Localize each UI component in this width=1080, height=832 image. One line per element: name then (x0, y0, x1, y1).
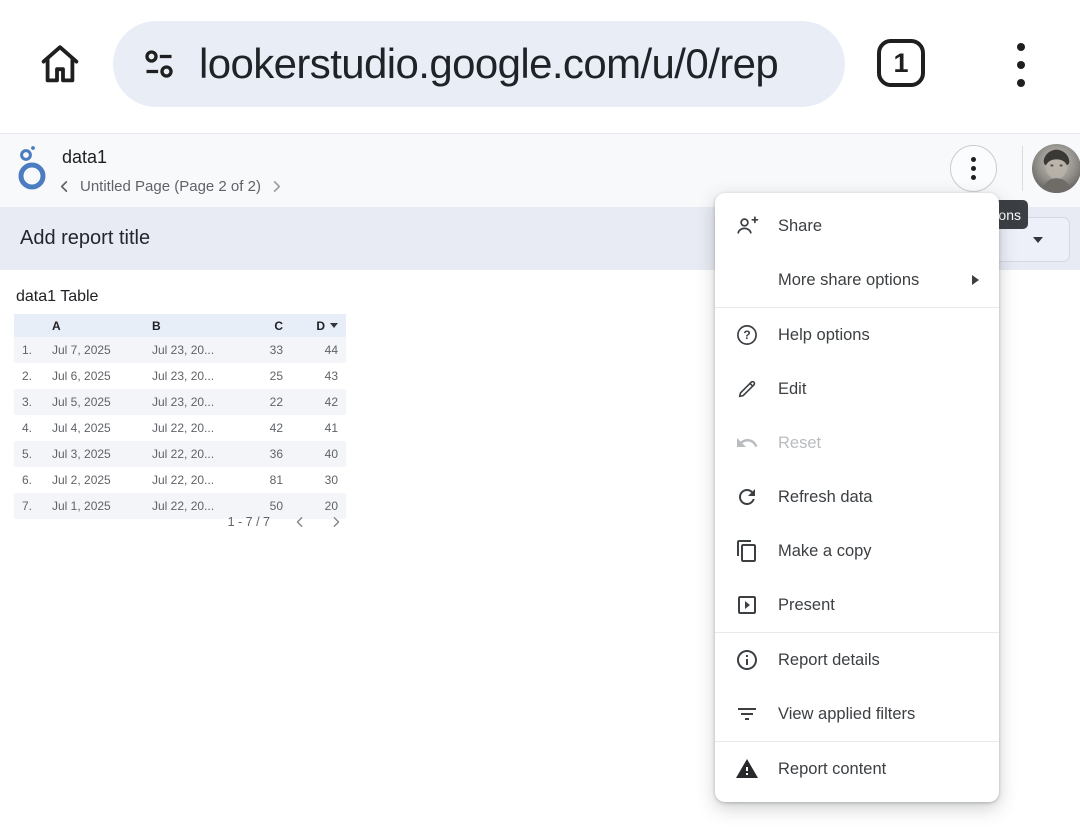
next-page-icon[interactable] (270, 180, 283, 193)
menu-item-label: Report content (778, 760, 886, 779)
column-header-c[interactable]: C (257, 319, 283, 333)
undo-icon (735, 431, 759, 455)
previous-page-icon[interactable] (58, 180, 71, 193)
menu-item-label: Report details (778, 651, 880, 670)
chevron-down-icon (1033, 237, 1043, 243)
edit-icon (735, 377, 759, 401)
table-row: 6.Jul 2, 2025Jul 22, 20...8130 (14, 467, 346, 493)
menu-item-present[interactable]: Present (715, 578, 999, 632)
table-row: 4.Jul 4, 2025Jul 22, 20...4241 (14, 415, 346, 441)
refresh-icon (735, 485, 759, 509)
menu-item-report-content[interactable]: Report content (715, 742, 999, 796)
report-title: data1 (62, 147, 107, 168)
icon-spacer (735, 268, 759, 292)
menu-item-label: Reset (778, 434, 821, 453)
page-label[interactable]: Untitled Page (Page 2 of 2) (80, 178, 261, 195)
column-header-a[interactable]: A (52, 319, 152, 333)
tooltip-text: ons (998, 207, 1021, 223)
table-row: 3.Jul 5, 2025Jul 23, 20...2242 (14, 389, 346, 415)
help-icon: ? (735, 323, 759, 347)
menu-item-label: Refresh data (778, 488, 872, 507)
menu-item-more-share-options[interactable]: More share options (715, 253, 999, 307)
menu-item-label: Edit (778, 380, 806, 399)
filter-icon (735, 702, 759, 726)
menu-item-label: Share (778, 217, 822, 236)
tab-count: 1 (893, 48, 908, 79)
menu-item-label: Help options (778, 326, 870, 345)
menu-item-label: Make a copy (778, 542, 872, 561)
menu-item-share[interactable]: Share (715, 199, 999, 253)
menu-item-label: More share options (778, 271, 919, 290)
tab-switcher-button[interactable]: 1 (877, 39, 925, 87)
present-icon (735, 593, 759, 617)
browser-toolbar: lookerstudio.google.com/u/0/rep 1 (0, 0, 1080, 134)
home-icon[interactable] (36, 40, 84, 88)
avatar[interactable] (1032, 144, 1080, 193)
menu-item-help-options[interactable]: ? Help options (715, 308, 999, 362)
browser-menu-icon[interactable] (1013, 43, 1029, 87)
menu-item-edit[interactable]: Edit (715, 362, 999, 416)
site-settings-icon[interactable] (139, 44, 179, 84)
menu-item-label: View applied filters (778, 705, 915, 724)
pagination-next-icon[interactable] (330, 516, 342, 528)
table-row: 2.Jul 6, 2025Jul 23, 20...2543 (14, 363, 346, 389)
pagination-prev-icon[interactable] (294, 516, 306, 528)
menu-item-make-a-copy[interactable]: Make a copy (715, 524, 999, 578)
table-pagination: 1 - 7 / 7 (14, 515, 346, 529)
menu-item-view-applied-filters[interactable]: View applied filters (715, 687, 999, 741)
person-add-icon (735, 214, 759, 238)
screen: lookerstudio.google.com/u/0/rep 1 data1 … (0, 0, 1080, 832)
info-icon (735, 648, 759, 672)
report-title-placeholder[interactable]: Add report title (20, 227, 150, 250)
table-row: 1.Jul 7, 2025Jul 23, 20...3344 (14, 337, 346, 363)
column-header-b[interactable]: B (152, 319, 257, 333)
page-navigation: Untitled Page (Page 2 of 2) (58, 178, 283, 195)
menu-item-refresh-data[interactable]: Refresh data (715, 470, 999, 524)
menu-item-label: Present (778, 596, 835, 615)
menu-item-reset: Reset (715, 416, 999, 470)
url-text[interactable]: lookerstudio.google.com/u/0/rep (199, 40, 778, 88)
warning-icon (735, 757, 759, 781)
table-header-row[interactable]: A B C D (14, 314, 346, 337)
table-chart-title: data1 Table (16, 288, 98, 306)
more-options-button[interactable] (950, 145, 997, 192)
overflow-menu: Share More share options ? Help options … (715, 193, 999, 802)
sort-desc-icon (330, 323, 338, 328)
url-bar[interactable]: lookerstudio.google.com/u/0/rep (113, 21, 845, 107)
pagination-label: 1 - 7 / 7 (228, 515, 270, 529)
svg-text:?: ? (743, 328, 750, 342)
data-table[interactable]: A B C D 1.Jul 7, 2025Jul 23, 20...3344 2… (14, 314, 346, 519)
submenu-arrow-icon (972, 275, 979, 285)
looker-studio-logo-icon (15, 143, 49, 193)
header-divider (1022, 146, 1023, 191)
column-header-d[interactable]: D (283, 319, 346, 333)
table-row: 5.Jul 3, 2025Jul 22, 20...3640 (14, 441, 346, 467)
menu-item-report-details[interactable]: Report details (715, 633, 999, 687)
copy-icon (735, 539, 759, 563)
